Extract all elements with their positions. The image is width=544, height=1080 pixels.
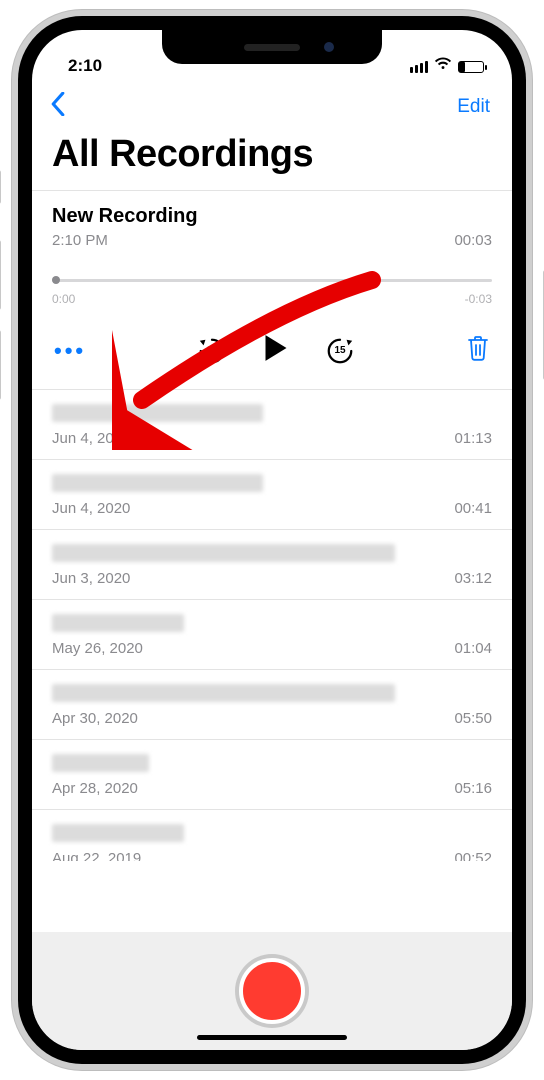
- recording-date: Jun 4, 2020: [52, 430, 130, 447]
- recording-duration: 05:50: [454, 710, 492, 727]
- selected-time: 2:10 PM: [52, 232, 108, 249]
- recording-duration: 01:13: [454, 430, 492, 447]
- screen: 2:10 Edit All Recordings New: [32, 30, 512, 1050]
- recording-title-blurred: [52, 404, 492, 422]
- trash-icon: [466, 335, 490, 361]
- scrub-start: 0:00: [52, 292, 75, 306]
- list-item[interactable]: Jun 3, 2020 03:12: [32, 529, 512, 599]
- list-item[interactable]: May 26, 2020 01:04: [32, 599, 512, 669]
- volume-down: [0, 330, 1, 400]
- mute-switch: [0, 170, 1, 204]
- selected-duration: 00:03: [454, 232, 492, 249]
- notch: [162, 30, 382, 64]
- record-button[interactable]: [239, 958, 305, 1024]
- front-camera: [324, 42, 334, 52]
- wifi-icon: [434, 57, 452, 76]
- play-button[interactable]: [263, 334, 289, 367]
- list-item[interactable]: Aug 22, 2019 00:52: [32, 809, 512, 861]
- recording-date: Jun 3, 2020: [52, 570, 130, 587]
- skip-forward-button[interactable]: 15: [325, 336, 355, 366]
- recording-title-blurred: [52, 754, 492, 772]
- selected-title: New Recording: [52, 205, 492, 228]
- recording-duration: 00:41: [454, 500, 492, 517]
- recording-title-blurred: [52, 824, 492, 842]
- volume-up: [0, 240, 1, 310]
- edit-button[interactable]: Edit: [457, 96, 490, 118]
- chevron-left-icon: [50, 92, 66, 116]
- more-button[interactable]: •••: [54, 338, 86, 364]
- play-icon: [263, 334, 289, 362]
- recording-date: Jun 4, 2020: [52, 500, 130, 517]
- recording-date: Apr 28, 2020: [52, 780, 138, 797]
- recording-duration: 05:16: [454, 780, 492, 797]
- recordings-list[interactable]: Jun 4, 2020 01:13 Jun 4, 2020 00:41 Jun 3, 2…: [32, 389, 512, 932]
- scrubber[interactable]: [52, 279, 492, 282]
- scrubber-knob[interactable]: [52, 276, 60, 284]
- scrub-end: -0:03: [465, 292, 492, 306]
- selected-recording: New Recording 2:10 PM 00:03 0:00 -0:03 •…: [32, 190, 512, 389]
- playback-controls: ••• 15 15: [52, 306, 492, 371]
- recording-title-blurred: [52, 614, 492, 632]
- status-time: 2:10: [68, 56, 102, 76]
- recording-title-blurred: [52, 474, 492, 492]
- page-title: All Recordings: [32, 127, 512, 190]
- recording-duration: 01:04: [454, 640, 492, 657]
- list-item[interactable]: Apr 30, 2020 05:50: [32, 669, 512, 739]
- speaker: [244, 44, 300, 51]
- battery-icon: [458, 61, 484, 73]
- list-item[interactable]: Jun 4, 2020 00:41: [32, 459, 512, 529]
- recording-title-blurred: [52, 684, 492, 702]
- footer: [32, 932, 512, 1050]
- back-button[interactable]: [50, 92, 66, 121]
- recording-title-blurred: [52, 544, 492, 562]
- phone-frame: 2:10 Edit All Recordings New: [12, 10, 532, 1070]
- list-item[interactable]: Apr 28, 2020 05:16: [32, 739, 512, 809]
- phone-bezel: 2:10 Edit All Recordings New: [18, 16, 526, 1064]
- nav-bar: Edit: [32, 78, 512, 127]
- recording-date: Apr 30, 2020: [52, 710, 138, 727]
- recording-duration: 00:52: [454, 850, 492, 861]
- status-right: [410, 57, 484, 76]
- delete-button[interactable]: [466, 335, 490, 366]
- home-indicator[interactable]: [197, 1035, 347, 1040]
- recording-date: May 26, 2020: [52, 640, 143, 657]
- recording-duration: 03:12: [454, 570, 492, 587]
- skip-back-button[interactable]: 15: [197, 336, 227, 366]
- list-item[interactable]: Jun 4, 2020 01:13: [32, 389, 512, 459]
- signal-icon: [410, 61, 428, 73]
- recording-date: Aug 22, 2019: [52, 850, 141, 861]
